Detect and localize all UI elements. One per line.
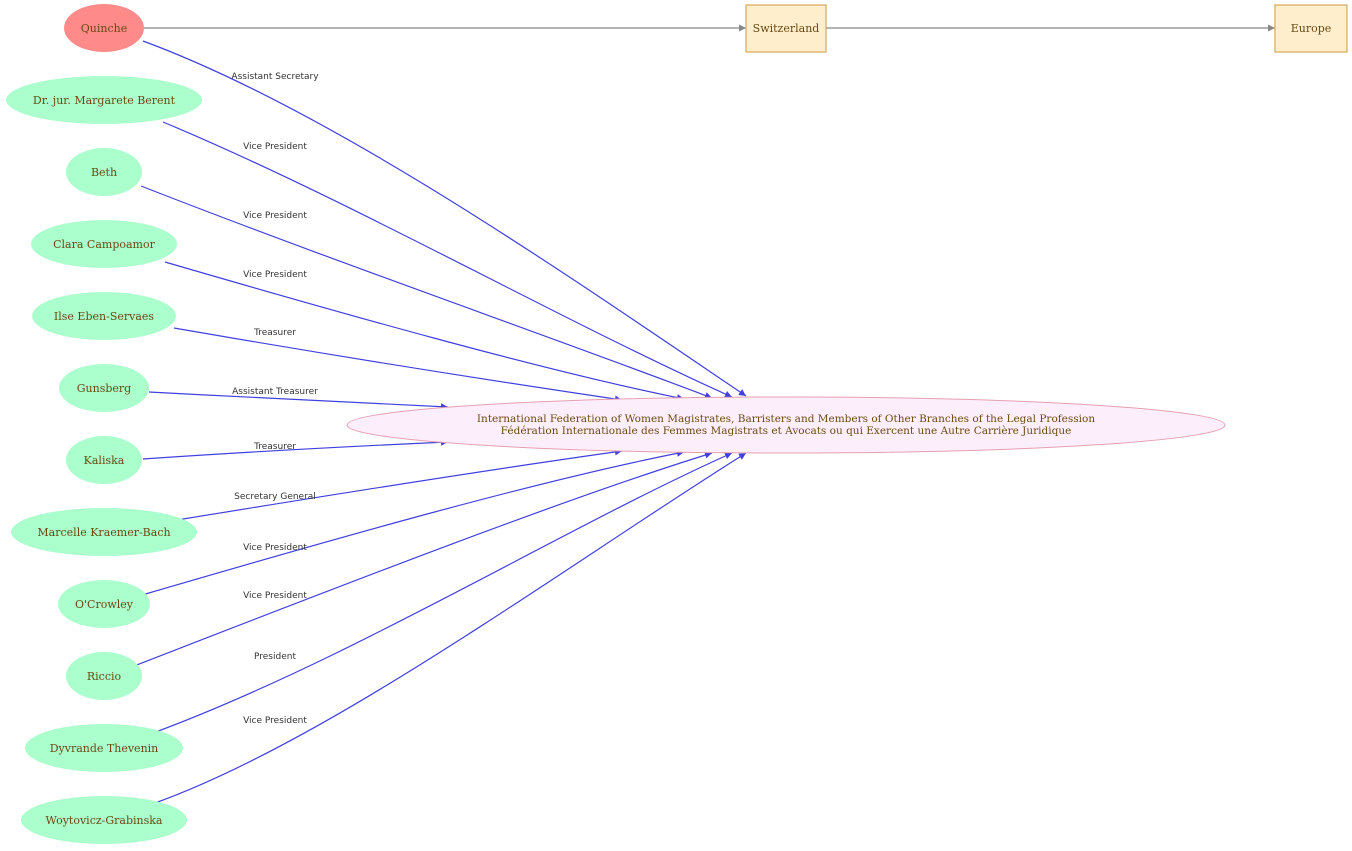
person-label: Clara Campoamor: [53, 238, 155, 251]
role-label-thevenin: President: [254, 652, 296, 662]
person-label: Kaliska: [84, 454, 125, 467]
role-label-beth: Vice President: [243, 211, 307, 221]
organization-name-fr: Fédération Internationale des Femmes Mag…: [501, 425, 1072, 437]
relationship-graph: Assistant Secretary Vice President Vice Pr…: [6, 4, 1348, 844]
role-edge-kraemer-bach: [176, 448, 623, 521]
person-node-campoamor[interactable]: Clara Campoamor: [31, 220, 177, 268]
role-edge-woytovicz: [154, 452, 747, 804]
organization-name-en: International Federation of Women Magist…: [477, 413, 1095, 425]
person-label: Quinche: [81, 22, 127, 35]
person-label: Dyvrande Thevenin: [50, 742, 159, 755]
role-edge-berent: [162, 121, 733, 398]
place-node-europe[interactable]: Europe: [1274, 4, 1348, 53]
person-node-eben-servaes[interactable]: Ilse Eben-Servaes: [32, 292, 176, 340]
role-edge-campoamor: [164, 261, 685, 402]
person-label: Woytovicz-Grabinska: [46, 814, 163, 827]
role-label-kaliska: Treasurer: [253, 442, 296, 452]
place-label-europe: Europe: [1291, 22, 1332, 35]
role-label-ocrowley: Vice President: [243, 543, 307, 553]
role-label-eben-servaes: Treasurer: [253, 328, 296, 338]
person-label: Riccio: [87, 670, 122, 683]
person-node-ocrowley[interactable]: O'Crowley: [58, 580, 150, 628]
role-label-berent: Vice President: [243, 142, 307, 152]
role-label-riccio: Vice President: [243, 591, 307, 601]
person-node-woytovicz[interactable]: Woytovicz-Grabinska: [21, 796, 187, 844]
person-node-quinche[interactable]: Quinche: [64, 4, 144, 52]
role-edge-beth: [140, 185, 713, 399]
person-label: O'Crowley: [75, 598, 134, 611]
place-label-switzerland: Switzerland: [753, 22, 820, 35]
role-label-kraemer-bach: Secretary General: [234, 492, 316, 502]
role-label-woytovicz: Vice President: [243, 716, 307, 726]
person-label: Dr. jur. Margarete Berent: [33, 94, 176, 107]
person-node-berent[interactable]: Dr. jur. Margarete Berent: [6, 76, 202, 124]
role-edge-riccio: [133, 451, 713, 667]
person-label: Ilse Eben-Servaes: [54, 310, 154, 323]
role-label-gunsberg: Assistant Treasurer: [232, 387, 318, 397]
role-label-quinche: Assistant Secretary: [231, 72, 319, 82]
organization-node[interactable]: International Federation of Women Magist…: [346, 396, 1226, 454]
person-node-riccio[interactable]: Riccio: [66, 652, 142, 700]
person-node-kraemer-bach[interactable]: Marcelle Kraemer-Bach: [11, 508, 197, 556]
role-edge-ocrowley: [141, 449, 685, 596]
place-node-switzerland[interactable]: Switzerland: [745, 4, 827, 53]
person-node-beth[interactable]: Beth: [66, 148, 142, 196]
people-layer: Quinche Dr. jur. Margarete Berent Beth C…: [6, 4, 202, 844]
person-node-thevenin[interactable]: Dyvrande Thevenin: [25, 724, 183, 772]
person-node-gunsberg[interactable]: Gunsberg: [59, 364, 149, 412]
role-edge-quinche: [142, 40, 747, 397]
person-label: Gunsberg: [77, 382, 131, 395]
person-label: Beth: [91, 166, 117, 179]
role-label-campoamor: Vice President: [243, 270, 307, 280]
person-node-kaliska[interactable]: Kaliska: [66, 436, 142, 484]
person-label: Marcelle Kraemer-Bach: [37, 526, 170, 539]
